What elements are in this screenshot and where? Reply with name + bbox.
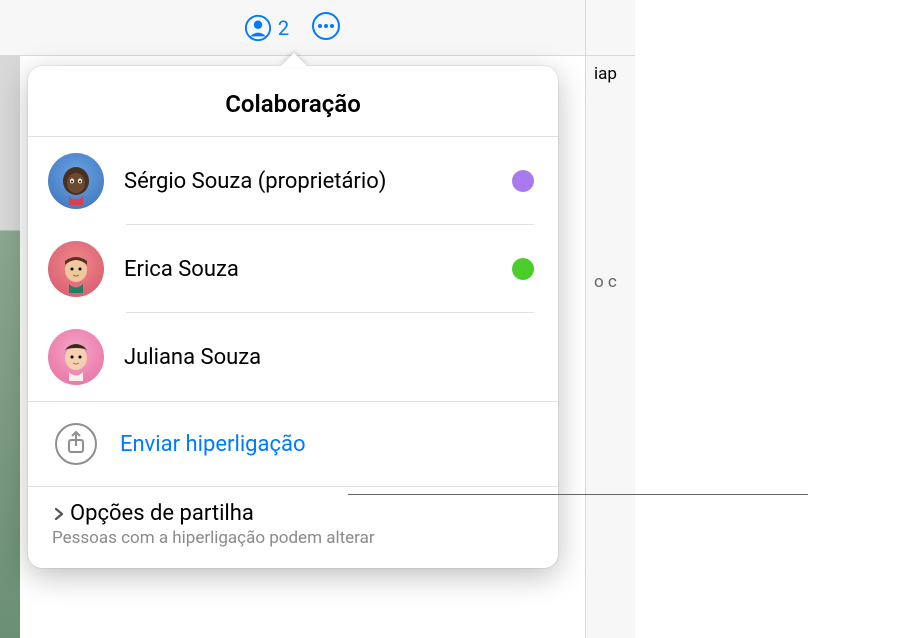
send-link-row[interactable]: Enviar hiperligação — [28, 401, 558, 486]
collaboration-button[interactable]: 2 — [244, 14, 289, 42]
toolbar: 2 — [0, 0, 585, 56]
annotation-callout-line — [348, 494, 808, 495]
avatar — [48, 241, 104, 297]
more-ellipsis-icon — [311, 11, 341, 41]
collaborator-name: Sérgio Souza (proprietário) — [124, 169, 492, 194]
collaborator-row[interactable]: Juliana Souza — [28, 313, 558, 401]
person-circle-icon — [244, 14, 272, 42]
more-button[interactable] — [311, 11, 341, 45]
share-options-row[interactable]: Opções de partilha Pessoas com a hiperli… — [28, 486, 558, 568]
inspector-panel: iap o c — [585, 0, 635, 638]
popover-arrow — [280, 53, 308, 67]
share-icon — [52, 420, 100, 468]
collaborator-row[interactable]: Sérgio Souza (proprietário) — [28, 137, 558, 225]
avatar — [48, 153, 104, 209]
memoji-icon — [55, 163, 97, 205]
collaborator-row[interactable]: Erica Souza — [28, 225, 558, 313]
avatar — [48, 329, 104, 385]
status-dot — [512, 258, 534, 280]
inspector-text-fragment: o c — [594, 272, 617, 292]
chevron-right-icon — [52, 507, 66, 521]
share-options-subtitle: Pessoas com a hiperligação podem alterar — [52, 528, 534, 548]
inspector-header — [586, 0, 635, 56]
memoji-icon — [55, 251, 97, 293]
status-dot — [512, 170, 534, 192]
popover-title: Colaboração — [28, 66, 558, 137]
collaboration-popover: Colaboração Sérgio Souza (proprietário) — [28, 66, 558, 568]
collaborator-name: Juliana Souza — [124, 345, 534, 370]
share-options-header: Opções de partilha — [52, 501, 534, 526]
share-options-label: Opções de partilha — [70, 501, 254, 526]
collaborator-name: Erica Souza — [124, 257, 492, 282]
person-count: 2 — [278, 16, 289, 40]
memoji-icon — [55, 339, 97, 381]
send-link-label: Enviar hiperligação — [120, 432, 306, 457]
inspector-tab-fragment: iap — [594, 64, 617, 84]
slide-thumbnail-strip — [0, 56, 20, 638]
